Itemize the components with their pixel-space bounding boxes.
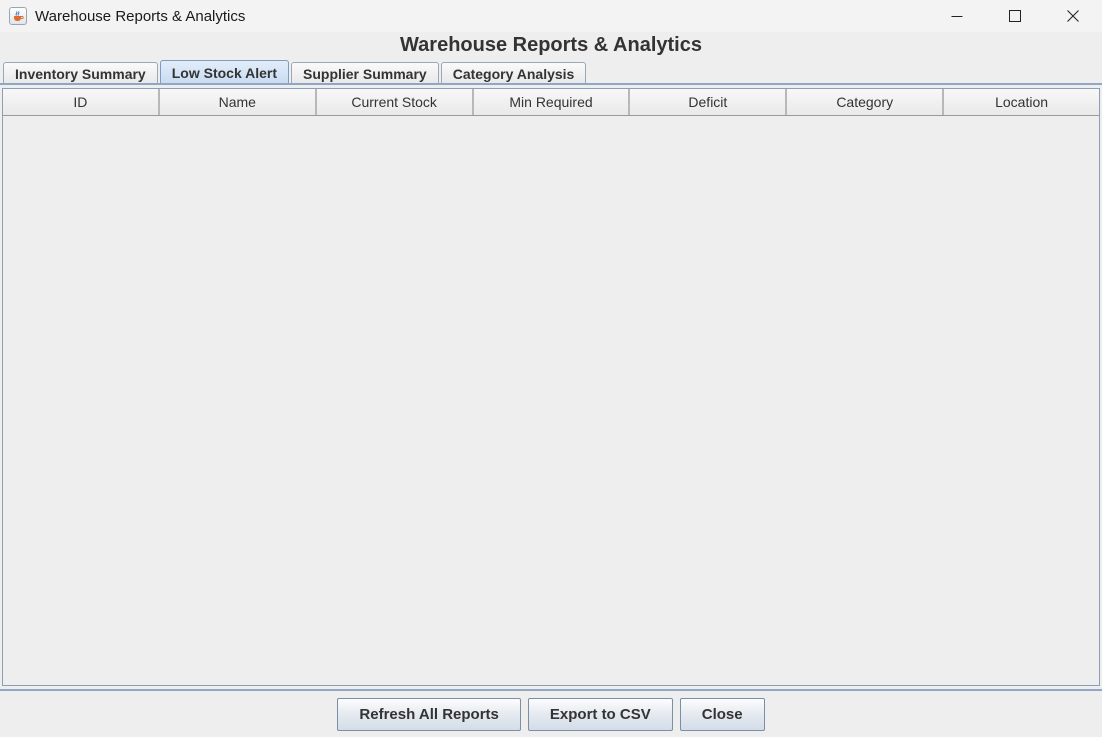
column-header-location[interactable]: Location — [944, 89, 1100, 115]
maximize-icon — [1009, 10, 1021, 22]
close-button[interactable]: Close — [679, 698, 765, 731]
tab-supplier-summary[interactable]: Supplier Summary — [291, 62, 439, 84]
report-tabs: Inventory Summary Low Stock Alert Suppli… — [3, 60, 588, 84]
window-title: Warehouse Reports & Analytics — [35, 7, 246, 25]
tab-inventory-summary[interactable]: Inventory Summary — [3, 62, 158, 84]
column-header-current-stock[interactable]: Current Stock — [316, 89, 474, 115]
page-title: Warehouse Reports & Analytics — [400, 34, 702, 56]
table-header: ID Name Current Stock Min Required Defic… — [3, 89, 1100, 116]
refresh-all-reports-button[interactable]: Refresh All Reports — [337, 698, 521, 731]
bottom-divider — [0, 689, 1102, 691]
low-stock-table: ID Name Current Stock Min Required Defic… — [2, 88, 1100, 686]
maximize-button[interactable] — [986, 0, 1044, 32]
window-controls — [928, 0, 1102, 32]
column-header-category[interactable]: Category — [787, 89, 945, 115]
column-header-min-required[interactable]: Min Required — [473, 89, 631, 115]
tab-category-analysis[interactable]: Category Analysis — [440, 62, 587, 84]
minimize-button[interactable] — [928, 0, 986, 32]
tab-divider — [0, 83, 1102, 85]
column-header-deficit[interactable]: Deficit — [630, 89, 788, 115]
column-header-name[interactable]: Name — [159, 89, 317, 115]
minimize-icon — [951, 16, 963, 17]
table-body[interactable] — [3, 116, 1099, 685]
button-bar: Refresh All Reports Export to CSV Close — [0, 698, 1102, 731]
export-csv-button[interactable]: Export to CSV — [527, 698, 673, 731]
java-cup-icon — [9, 7, 27, 25]
tab-low-stock-alert[interactable]: Low Stock Alert — [159, 60, 289, 84]
close-window-button[interactable] — [1044, 0, 1102, 32]
app-window: Warehouse Reports & Analytics Warehouse … — [0, 0, 1102, 737]
title-bar[interactable]: Warehouse Reports & Analytics — [0, 0, 1102, 32]
column-header-id[interactable]: ID — [3, 89, 160, 115]
close-icon — [1067, 10, 1079, 22]
